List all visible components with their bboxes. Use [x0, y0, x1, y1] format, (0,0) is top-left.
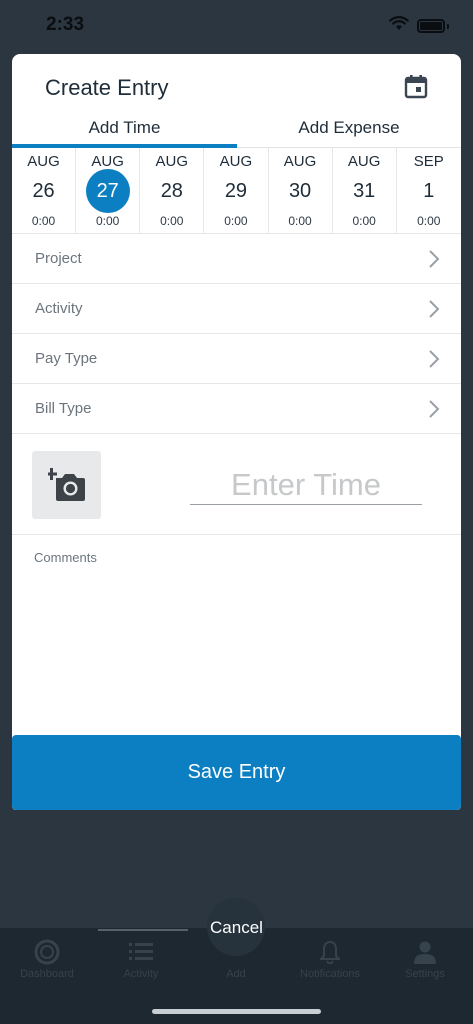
- nav-item-activity[interactable]: Activity: [94, 936, 188, 980]
- day-number: 28: [160, 180, 183, 202]
- calendar-icon: [404, 74, 428, 98]
- nav-item-notifications[interactable]: Notifications: [283, 936, 377, 980]
- add-photo-icon: [47, 468, 85, 501]
- day-number: 27: [85, 169, 130, 213]
- save-entry-button[interactable]: Save Entry: [12, 735, 461, 810]
- day-hours: 0:00: [417, 214, 441, 228]
- day-hours: 0:00: [160, 214, 184, 228]
- chevron-right-icon: [429, 400, 440, 418]
- tab-add-expense[interactable]: Add Expense: [237, 118, 461, 138]
- bill-type-row[interactable]: Bill Type: [12, 384, 461, 434]
- activity-row[interactable]: Activity: [12, 284, 461, 334]
- comments-field[interactable]: [34, 550, 439, 730]
- nav-label: Settings: [405, 968, 445, 980]
- time-input[interactable]: [190, 465, 422, 505]
- cancel-label[interactable]: Cancel: [0, 918, 473, 938]
- day-hours: 0:00: [352, 214, 376, 228]
- day-cell-selected[interactable]: AUG 27 0:00: [76, 148, 141, 234]
- day-cell[interactable]: AUG 30 0:00: [269, 148, 333, 234]
- add-photo-button[interactable]: [32, 451, 101, 519]
- day-cell[interactable]: AUG 31 0:00: [333, 148, 397, 234]
- day-cell[interactable]: AUG 26 0:00: [12, 148, 77, 234]
- chevron-right-icon: [429, 250, 440, 268]
- day-month: AUG: [219, 153, 253, 170]
- day-hours: 0:00: [224, 214, 248, 228]
- list-icon: [129, 943, 153, 960]
- nav-item-settings[interactable]: Settings: [378, 936, 472, 980]
- status-time: 2:33: [46, 14, 85, 35]
- day-hours: 0:00: [31, 214, 56, 228]
- day-hours: 0:00: [96, 214, 120, 228]
- day-cell[interactable]: AUG 29 0:00: [204, 148, 269, 234]
- chevron-right-icon: [429, 300, 440, 318]
- day-number: 26: [32, 180, 55, 202]
- row-label: Project: [35, 250, 82, 267]
- day-month: SEP: [413, 153, 444, 170]
- day-selector: AUG 26 0:00 AUG 27 0:00 AUG 28 0:00 AUG …: [12, 148, 461, 234]
- day-number: 1: [423, 180, 435, 202]
- person-icon: [414, 941, 436, 964]
- day-number: 29: [224, 180, 248, 202]
- nav-label: Dashboard: [20, 968, 74, 980]
- entry-fields: Project Activity Pay Type Bill Type: [12, 234, 461, 434]
- pay-type-row[interactable]: Pay Type: [12, 334, 461, 384]
- day-cell[interactable]: SEP 1 0:00: [397, 148, 461, 234]
- battery-tip: [447, 23, 449, 29]
- time-entry-area: [12, 435, 461, 535]
- nav-label: Activity: [123, 968, 159, 980]
- row-label: Activity: [35, 300, 83, 317]
- row-label: Pay Type: [35, 350, 98, 367]
- status-bar: 2:33: [0, 0, 473, 52]
- nav-label: Notifications: [300, 968, 360, 980]
- entry-tabs: Add Time Add Expense: [12, 112, 461, 148]
- create-entry-modal: Create Entry Add Time Add Expense AUG 26…: [12, 54, 461, 810]
- day-cell[interactable]: AUG 28 0:00: [140, 148, 205, 234]
- day-month: AUG: [155, 153, 189, 170]
- calendar-button[interactable]: [402, 72, 430, 100]
- day-month: AUG: [283, 153, 317, 170]
- tab-add-time[interactable]: Add Time: [12, 118, 237, 138]
- modal-title: Create Entry: [45, 75, 169, 100]
- day-number: 30: [288, 180, 312, 202]
- battery-icon: [417, 19, 445, 33]
- nav-item-dashboard[interactable]: Dashboard: [0, 936, 94, 980]
- day-month: AUG: [27, 153, 60, 170]
- nav-label: Add: [226, 968, 246, 980]
- project-row[interactable]: Project: [12, 234, 461, 284]
- status-icons: [389, 16, 449, 36]
- wifi-icon: [389, 16, 409, 36]
- day-hours: 0:00: [288, 214, 312, 228]
- row-label: Bill Type: [35, 400, 92, 417]
- home-indicator: [152, 1009, 321, 1014]
- bell-icon: [320, 940, 340, 964]
- chevron-right-icon: [429, 350, 440, 368]
- day-month: AUG: [91, 153, 124, 170]
- day-month: AUG: [347, 153, 381, 170]
- dashboard-icon: [34, 939, 60, 965]
- day-number: 31: [353, 180, 376, 202]
